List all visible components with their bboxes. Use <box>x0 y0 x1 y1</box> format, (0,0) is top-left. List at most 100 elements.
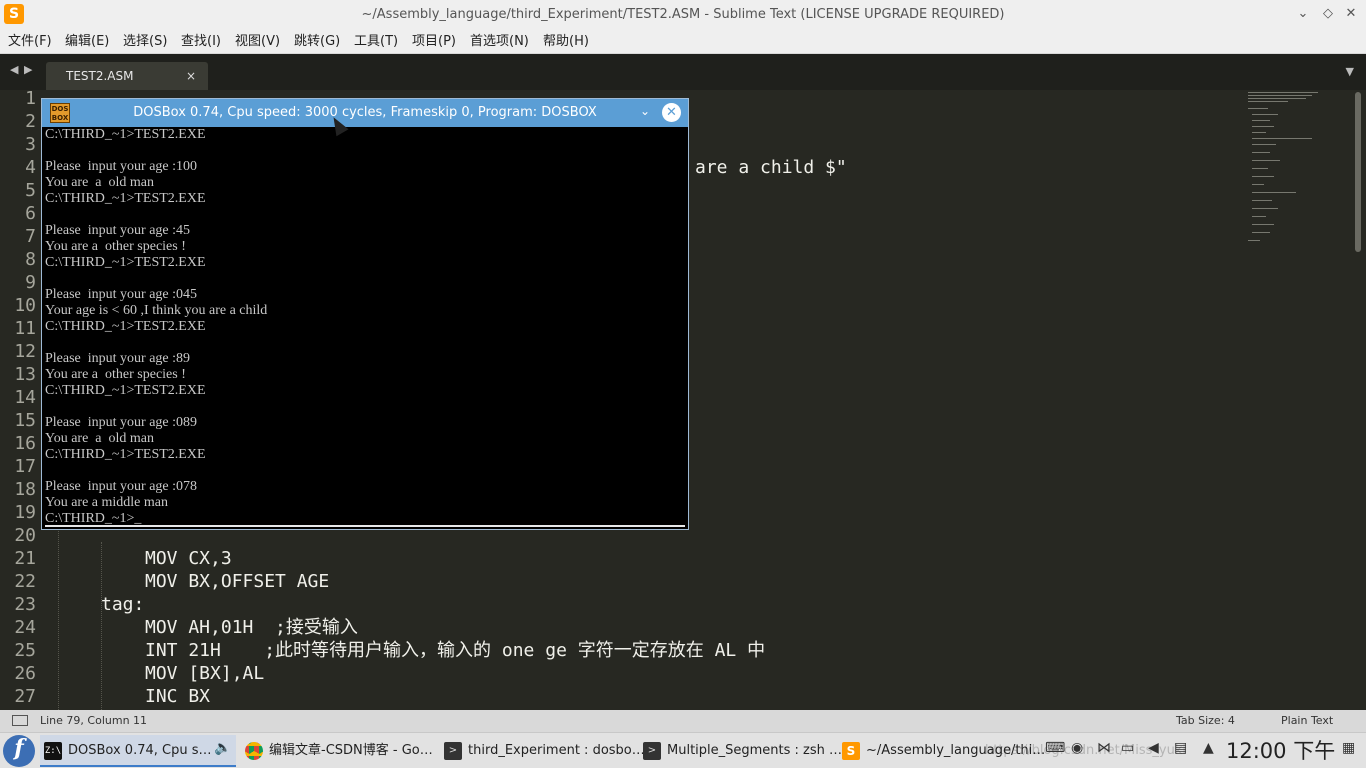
line-number: 18 <box>14 479 36 500</box>
line-number: 10 <box>14 295 36 316</box>
line-number: 9 <box>25 272 36 293</box>
menu-goto[interactable]: 跳转(G) <box>294 29 340 54</box>
sublime-text-icon: S <box>842 742 860 760</box>
tab-test2-asm[interactable]: TEST2.ASM × <box>46 62 208 90</box>
menu-tools[interactable]: 工具(T) <box>354 29 398 54</box>
close-icon[interactable]: ✕ <box>1342 5 1360 23</box>
console-line: C:\THIRD_~1>TEST2.EXE <box>45 127 206 142</box>
line-number: 11 <box>14 318 36 339</box>
status-bar: Line 79, Column 11 Tab Size: 4 Plain Tex… <box>0 710 1366 732</box>
line-number: 6 <box>25 203 36 224</box>
console-line: C:\THIRD_~1>TEST2.EXE <box>45 191 206 206</box>
line-number: 21 <box>14 548 36 569</box>
menu-view[interactable]: 视图(V) <box>235 29 280 54</box>
line-number: 16 <box>14 433 36 454</box>
task-terminal-third[interactable]: > third_Experiment : dosbo… <box>440 735 645 767</box>
terminal-icon: > <box>444 742 462 760</box>
panel-toggle-icon[interactable] <box>12 715 28 726</box>
line-number: 2 <box>25 111 36 132</box>
line-number: 13 <box>14 364 36 385</box>
menu-help[interactable]: 帮助(H) <box>543 29 589 54</box>
console-line: Please input your age :100 <box>45 159 198 174</box>
taskbar: f https://blog.csdn.net/Miss_yuki Z:\ DO… <box>0 732 1366 768</box>
dosbox-icon: Z:\ <box>44 742 62 760</box>
line-number: 1 <box>25 88 36 109</box>
console-line: C:\THIRD_~1>TEST2.EXE <box>45 447 206 462</box>
line-number: 5 <box>25 180 36 201</box>
line-number: 7 <box>25 226 36 247</box>
task-terminal-multiple[interactable]: > Multiple_Segments : zsh … <box>639 735 842 767</box>
tab-prev-arrow-icon[interactable]: ◀ <box>10 63 18 76</box>
console-line: You are a middle man <box>45 495 168 510</box>
cursor-position: Line 79, Column 11 <box>40 714 148 727</box>
task-dosbox[interactable]: Z:\ DOSBox 0.74, Cpu s… <box>40 735 236 767</box>
code-line: MOV CX,3 <box>145 548 232 569</box>
console-line: You are a old man <box>45 175 155 190</box>
volume-icon[interactable]: 🔈 <box>214 740 231 756</box>
console-line: You are a old man <box>45 431 155 446</box>
tray-expand-icon[interactable]: ▲ <box>1203 740 1214 756</box>
minimap[interactable] <box>1244 90 1350 250</box>
maximize-diamond-icon[interactable]: ◇ <box>1319 5 1337 23</box>
title-bar: S ~/Assembly_language/third_Experiment/T… <box>0 0 1366 29</box>
tab-size[interactable]: Tab Size: 4 <box>1176 710 1235 732</box>
dosbox-title: DOSBox 0.74, Cpu speed: 3000 cycles, Fra… <box>133 105 597 120</box>
line-number: 19 <box>14 502 36 523</box>
menu-selection[interactable]: 选择(S) <box>123 29 167 54</box>
line-number: 22 <box>14 571 36 592</box>
menu-find[interactable]: 查找(I) <box>181 29 221 54</box>
tab-close-icon[interactable]: × <box>186 62 196 90</box>
dosbox-window[interactable]: DOS BOX DOSBox 0.74, Cpu speed: 3000 cyc… <box>41 98 689 530</box>
network-icon[interactable]: ⋈ <box>1097 740 1111 756</box>
menu-project[interactable]: 项目(P) <box>412 29 456 54</box>
line-number: 24 <box>14 617 36 638</box>
indent-guide <box>101 542 102 710</box>
line-number: 14 <box>14 387 36 408</box>
line-number: 17 <box>14 456 36 477</box>
dosbox-title-bar[interactable]: DOS BOX DOSBox 0.74, Cpu speed: 3000 cyc… <box>42 99 688 127</box>
line-number: 12 <box>14 341 36 362</box>
task-chrome[interactable]: 编辑文章-CSDN博客 - Go… <box>241 735 437 767</box>
wifi-icon[interactable]: ◉ <box>1071 740 1083 756</box>
console-line: C:\THIRD_~1>_ <box>45 511 142 526</box>
line-number: 20 <box>14 525 36 546</box>
window-title: ~/Assembly_language/third_Experiment/TES… <box>361 7 1005 22</box>
scrollbar-thumb[interactable] <box>1355 92 1361 252</box>
menu-file[interactable]: 文件(F) <box>8 29 52 54</box>
console-line: C:\THIRD_~1>TEST2.EXE <box>45 319 206 334</box>
code-line: MOV AH,01H ;接受输入 <box>145 617 358 638</box>
line-number: 3 <box>25 134 36 155</box>
dos-console[interactable]: C:\THIRD_~1>TEST2.EXE Please input your … <box>45 127 685 527</box>
dosbox-close-icon[interactable]: ✕ <box>662 103 681 122</box>
console-line: Please input your age :45 <box>45 223 191 238</box>
code-line-4-fragment: are a child $" <box>695 157 847 178</box>
battery-icon[interactable]: ▭ <box>1121 740 1134 756</box>
keyboard-icon[interactable]: ⌨ <box>1045 740 1065 756</box>
task-sublime[interactable]: S ~/Assembly_language/thi… <box>838 735 1045 767</box>
code-line: INT 21H ;此时等待用户输入，输入的 one ge 字符一定存放在 AL … <box>145 640 766 661</box>
line-number: 25 <box>14 640 36 661</box>
minimize-chevron-down-icon[interactable]: ⌄ <box>1294 5 1312 23</box>
console-line: Your age is < 60 ,I think you are a chil… <box>45 303 268 318</box>
code-line: INC BX <box>145 686 211 707</box>
clipboard-icon[interactable]: ▤ <box>1174 740 1187 756</box>
line-number: 8 <box>25 249 36 270</box>
tab-next-arrow-icon[interactable]: ▶ <box>24 63 32 76</box>
tab-list-dropdown-icon[interactable]: ▼ <box>1346 65 1354 78</box>
menu-edit[interactable]: 编辑(E) <box>65 29 109 54</box>
fedora-icon[interactable]: f <box>3 735 35 767</box>
vertical-scrollbar[interactable] <box>1354 90 1362 710</box>
volume-tray-icon[interactable]: ◀ <box>1148 740 1159 756</box>
console-line: You are a other species ! <box>45 367 186 382</box>
line-number: 4 <box>25 157 36 178</box>
clock[interactable]: 12:00 下午 <box>1226 733 1335 768</box>
syntax-mode[interactable]: Plain Text <box>1281 710 1333 732</box>
dosbox-minimize-chevron-icon[interactable]: ⌄ <box>640 104 650 118</box>
menu-preferences[interactable]: 首选项(N) <box>470 29 529 54</box>
console-line: You are a other species ! <box>45 239 186 254</box>
desktop-icon[interactable]: ▦ <box>1342 740 1355 756</box>
tab-label: TEST2.ASM <box>66 69 134 83</box>
menu-bar: 文件(F) 编辑(E) 选择(S) 查找(I) 视图(V) 跳转(G) 工具(T… <box>0 29 1366 54</box>
line-number: 27 <box>14 686 36 707</box>
line-number: 15 <box>14 410 36 431</box>
